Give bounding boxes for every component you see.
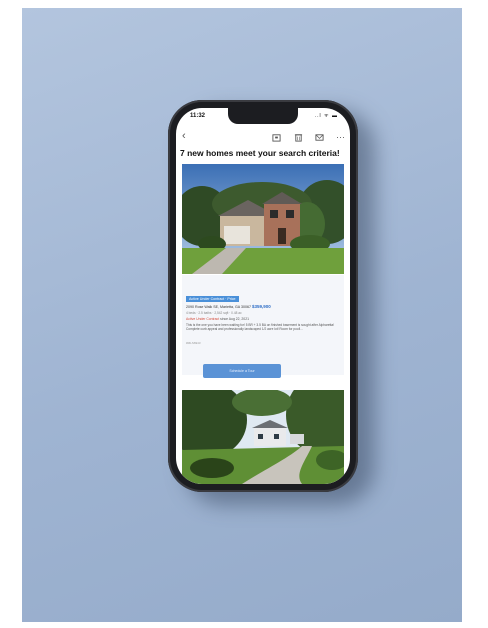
listing-description: This is the one you have been waiting fo… [186,323,335,332]
listing-address: 2090 Rose Walk SE, Marietta, GA 30067 [186,305,251,309]
listing-mls: #MLS6943 [186,341,201,345]
mail-icon[interactable] [315,133,324,144]
listing-photo-house [182,164,344,274]
mail-toolbar: ‹ ··· [176,130,350,148]
status-indicators: ..l ᯤ ▬ [314,113,338,119]
status-time: 11:32 [190,113,206,119]
trash-icon[interactable] [294,133,303,144]
more-icon[interactable]: ··· [336,133,345,142]
listing-status-line: Active Under Contract since Aug 22, 2021 [186,317,249,321]
notch [228,108,298,124]
schedule-tour-button[interactable]: Schedule a Tour [203,364,281,378]
phone: 11:32 ..l ᯤ ▬ ‹ ··· 7 new homes meet you… [168,100,358,492]
listing-status-date: since Aug 22, 2021 [220,317,249,321]
listing-status: Active Under Contract [186,317,220,321]
chevron-left-icon[interactable]: ‹ [182,131,186,142]
email-subject: 7 new homes meet your search criteria! [180,148,340,158]
listing-photo-driveway [182,390,344,484]
listing-price: $359,900 [252,304,271,309]
phone-screen: 11:32 ..l ᯤ ▬ ‹ ··· 7 new homes meet you… [176,108,350,484]
listing-address-line[interactable]: 2090 Rose Walk SE, Marietta, GA 30067 $3… [186,304,271,309]
listing-specs: 4 beds · 2.5 baths · 2,542 sqft · 0.48 a… [186,311,242,315]
archive-icon[interactable] [272,133,281,144]
listing-badge: Active Under Contract · Price [186,296,239,302]
